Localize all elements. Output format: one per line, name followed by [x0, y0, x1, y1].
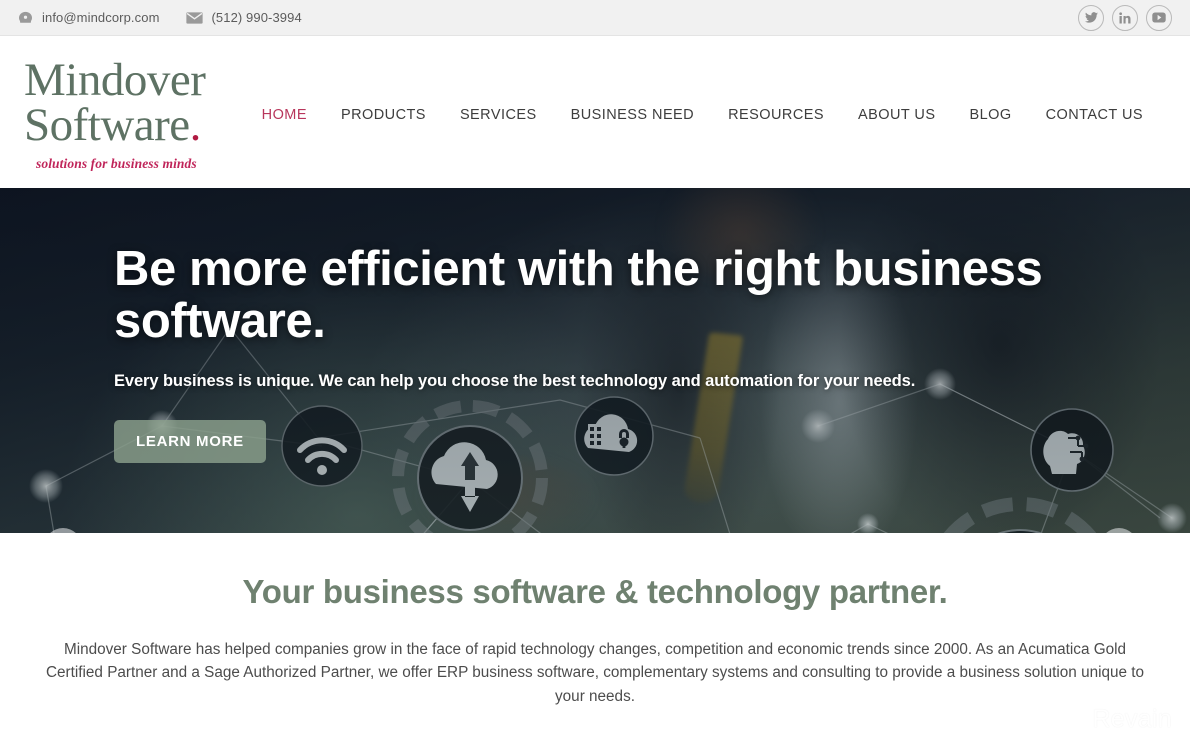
hero-title: Be more efficient with the right busines…	[114, 242, 1043, 348]
youtube-icon[interactable]	[1146, 4, 1172, 31]
phone-text: (512) 990-3994	[211, 10, 302, 25]
nav-item-about-us[interactable]: ABOUT US	[841, 107, 952, 123]
site-logo[interactable]: Mindover Software. solutions for busines…	[22, 52, 222, 172]
nav-item-business-need[interactable]: BUSINESS NEED	[554, 107, 712, 123]
intro-section: Your business software & technology part…	[0, 533, 1190, 708]
learn-more-button[interactable]: LEARN MORE	[114, 419, 266, 463]
hero-slider: Be more efficient with the right busines…	[0, 188, 1190, 533]
envelope-icon	[185, 11, 203, 24]
nav-item-products[interactable]: PRODUCTS	[324, 107, 443, 123]
logo-tagline: solutions for business minds	[36, 156, 197, 172]
email-contact[interactable]: info@mindcorp.com	[18, 10, 160, 25]
phone-contact[interactable]: (512) 990-3994	[185, 10, 302, 25]
nav-item-services[interactable]: SERVICES	[443, 107, 554, 123]
revain-watermark-text: Revain	[1092, 704, 1172, 733]
logo-line-two: Software.	[24, 98, 201, 151]
phone-circle-icon	[18, 11, 33, 24]
logo-line-one: Mindover	[24, 53, 206, 106]
twitter-icon[interactable]	[1078, 4, 1104, 31]
intro-paragraph: Mindover Software has helped companies g…	[45, 641, 1145, 705]
top-utility-bar: info@mindcorp.com (512) 990-3994	[0, 0, 1190, 36]
logo-dot: .	[189, 98, 202, 151]
contact-info-group: info@mindcorp.com (512) 990-3994	[18, 10, 302, 25]
nav-item-home[interactable]: HOME	[245, 107, 324, 123]
hero-subtitle: Every business is unique. We can help yo…	[114, 371, 916, 390]
main-navigation: HOME PRODUCTS SERVICES BUSINESS NEED RES…	[245, 101, 1168, 123]
nav-item-resources[interactable]: RESOURCES	[711, 107, 841, 123]
site-header: Mindover Software. solutions for busines…	[0, 36, 1190, 188]
nav-item-contact-us[interactable]: CONTACT US	[1029, 107, 1160, 123]
linkedin-icon[interactable]	[1112, 4, 1138, 31]
intro-heading: Your business software & technology part…	[242, 573, 948, 610]
social-links-group	[1078, 4, 1172, 31]
hero-content: Be more efficient with the right busines…	[114, 242, 1074, 463]
nav-item-blog[interactable]: BLOG	[952, 107, 1028, 123]
email-text: info@mindcorp.com	[42, 10, 160, 25]
